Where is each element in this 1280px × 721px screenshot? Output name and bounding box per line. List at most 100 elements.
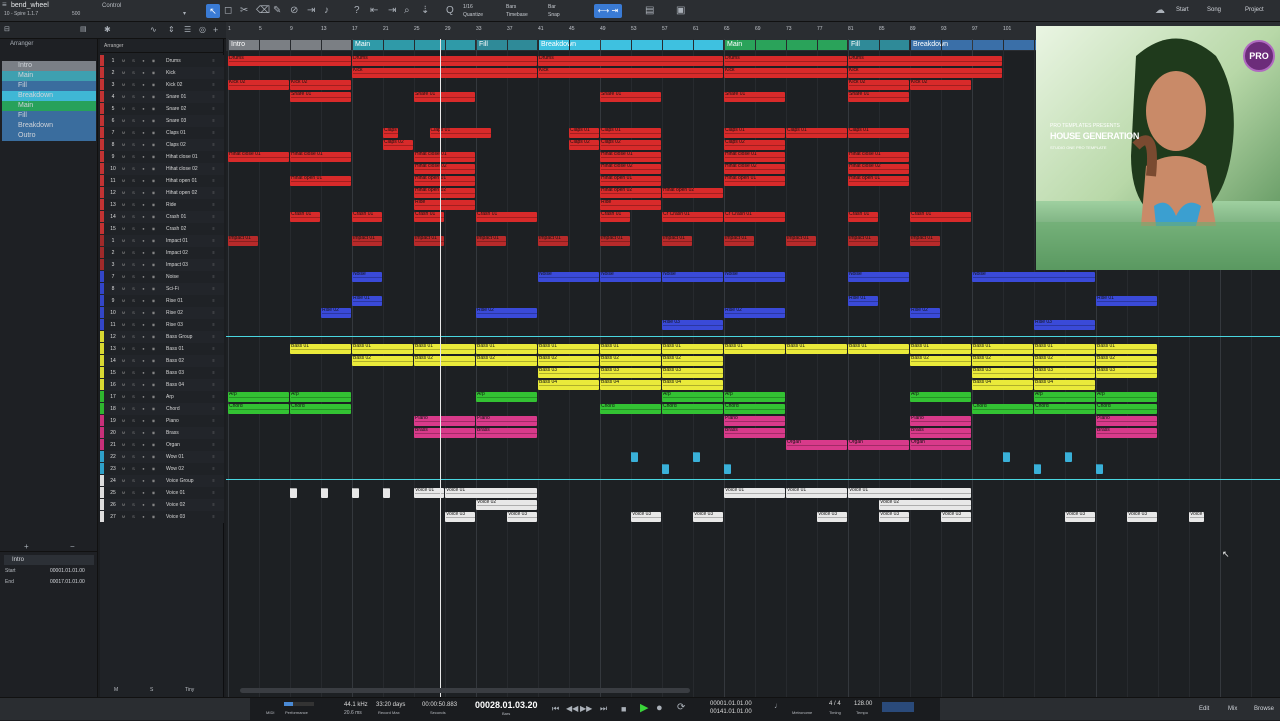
mute-button[interactable]: M <box>120 334 127 340</box>
help-icon[interactable]: ? <box>354 6 360 16</box>
clip[interactable]: Voice 03 <box>1127 512 1157 522</box>
clip[interactable]: Bass 02 <box>662 356 723 366</box>
clip[interactable]: Rise 02 <box>724 308 785 318</box>
clip[interactable]: Cr Crash 01 <box>662 212 723 222</box>
track-menu-icon[interactable]: ≡ <box>210 274 217 280</box>
cloud-icon[interactable]: ☁ <box>1155 6 1165 16</box>
record-arm-button[interactable]: ● <box>140 334 147 340</box>
start-button[interactable]: Start <box>1176 7 1189 13</box>
clip[interactable]: Claps <box>383 128 398 138</box>
arranger-list-item[interactable]: Intro <box>2 61 96 71</box>
monitor-button[interactable]: ◉ <box>150 346 157 352</box>
playhead[interactable] <box>439 39 441 697</box>
track-list-icon[interactable]: ☰ <box>184 25 191 35</box>
monitor-button[interactable]: ◉ <box>150 118 157 124</box>
monitor-button[interactable]: ◉ <box>150 406 157 412</box>
record-arm-button[interactable]: ● <box>140 226 147 232</box>
monitor-button[interactable]: ◉ <box>150 166 157 172</box>
track-menu-icon[interactable]: ≡ <box>210 406 217 412</box>
clip[interactable]: Claps 02 <box>600 140 661 150</box>
track-header[interactable]: 9 M S ● ◉ Rise 01 ≡ <box>100 295 224 307</box>
clip[interactable]: Kick <box>724 68 847 78</box>
clip[interactable]: Noise <box>352 272 382 282</box>
horizontal-scrollbar[interactable] <box>240 688 690 693</box>
solo-button[interactable]: S <box>130 334 137 340</box>
monitor-button[interactable]: ◉ <box>150 190 157 196</box>
record-arm-button[interactable]: ● <box>140 346 147 352</box>
clip[interactable]: Crash 01 <box>290 212 320 222</box>
track-name[interactable]: Voice 03 <box>166 511 185 523</box>
record-arm-button[interactable]: ● <box>140 70 147 76</box>
solo-button[interactable]: S <box>130 310 137 316</box>
monitor-button[interactable]: ◉ <box>150 94 157 100</box>
mute-button[interactable]: M <box>120 82 127 88</box>
clip[interactable]: Organ <box>910 440 971 450</box>
clip[interactable]: Arp <box>476 392 537 402</box>
clip[interactable]: Brass <box>1096 428 1157 438</box>
clip[interactable]: Snare 01 <box>848 92 909 102</box>
clip[interactable]: Kick 02 <box>228 80 289 90</box>
solo-button[interactable]: S <box>130 454 137 460</box>
track-header[interactable]: 25 M S ● ◉ Voice 01 ≡ <box>100 487 224 499</box>
clip[interactable]: Claps 01 <box>786 128 847 138</box>
song-value[interactable]: 500 <box>72 11 80 17</box>
record-arm-button[interactable]: ● <box>140 514 147 520</box>
solo-button[interactable]: S <box>130 442 137 448</box>
snap-value[interactable]: Bar <box>548 4 556 10</box>
clip[interactable]: Bass 02 <box>1034 356 1095 366</box>
clip[interactable]: Kick 02 <box>290 80 351 90</box>
track-header[interactable]: 19 M S ● ◉ Piano ≡ <box>100 415 224 427</box>
clip[interactable]: Kick <box>352 68 537 78</box>
track-header[interactable]: 27 M S ● ◉ Voice 03 ≡ <box>100 511 224 523</box>
timebase-value[interactable]: Bars <box>506 4 516 10</box>
track-header[interactable]: 5 M S ● ◉ Snare 02 ≡ <box>100 103 224 115</box>
track-name[interactable]: Arp <box>166 391 174 403</box>
clip[interactable]: Snare 01 <box>600 92 661 102</box>
clip[interactable]: Noise <box>662 272 723 282</box>
track-menu-icon[interactable]: ≡ <box>210 382 217 388</box>
quantize-value[interactable]: 1/16 <box>463 4 473 10</box>
mute-button[interactable]: M <box>120 454 127 460</box>
clip[interactable]: Chord <box>662 404 723 414</box>
clip[interactable]: Hihat close 02 <box>848 164 909 174</box>
monitor-button[interactable]: ◉ <box>150 262 157 268</box>
mute-button[interactable]: M <box>120 322 127 328</box>
track-header[interactable]: 9 M S ● ◉ Hihat close 01 ≡ <box>100 151 224 163</box>
clip[interactable]: Drums <box>848 56 1002 66</box>
clip[interactable]: Impact 01 <box>910 236 940 246</box>
track-header[interactable]: 7 M S ● ◉ Claps 01 ≡ <box>100 127 224 139</box>
clip[interactable]: Voice 03 <box>941 512 971 522</box>
clip[interactable] <box>1065 452 1072 462</box>
clip[interactable] <box>724 464 731 474</box>
track-header[interactable]: 11 M S ● ◉ Rise 03 ≡ <box>100 319 224 331</box>
clip[interactable]: Chord <box>600 404 661 414</box>
record-arm-button[interactable]: ● <box>140 82 147 88</box>
track-menu-icon[interactable]: ≡ <box>210 262 217 268</box>
track-header[interactable]: 15 M S ● ◉ Crash 02 ≡ <box>100 223 224 235</box>
clip[interactable]: Noise <box>538 272 599 282</box>
clip[interactable]: Voice 01 <box>445 488 537 498</box>
monitor-button[interactable]: ◉ <box>150 430 157 436</box>
track-name[interactable]: Rise 02 <box>166 307 183 319</box>
track-name[interactable]: Claps 01 <box>166 127 186 139</box>
clip[interactable]: Voice 03 <box>879 512 909 522</box>
track-name[interactable]: Snare 02 <box>166 103 186 115</box>
footer-size[interactable]: Tiny <box>185 687 194 693</box>
solo-button[interactable]: S <box>130 394 137 400</box>
split-tool-icon[interactable]: ✂ <box>240 6 248 16</box>
track-name[interactable]: Claps 02 <box>166 139 186 151</box>
clip[interactable]: Rise 02 <box>476 308 537 318</box>
clip[interactable]: Hihat close 01 <box>414 152 475 162</box>
track-menu-icon[interactable]: ≡ <box>210 106 217 112</box>
clip[interactable] <box>693 452 700 462</box>
solo-button[interactable]: S <box>130 370 137 376</box>
track-menu-icon[interactable]: ≡ <box>210 238 217 244</box>
monitor-button[interactable]: ◉ <box>150 334 157 340</box>
clip[interactable]: Chord <box>972 404 1033 414</box>
expand-icon[interactable]: ⇕ <box>168 25 175 35</box>
snap-toggle-icon[interactable]: ⟷ ⇥ <box>594 4 622 18</box>
record-arm-button[interactable]: ● <box>140 58 147 64</box>
edit-button[interactable]: Edit <box>1199 706 1209 712</box>
track-header[interactable]: 26 M S ● ◉ Voice 02 ≡ <box>100 499 224 511</box>
solo-button[interactable]: S <box>130 466 137 472</box>
